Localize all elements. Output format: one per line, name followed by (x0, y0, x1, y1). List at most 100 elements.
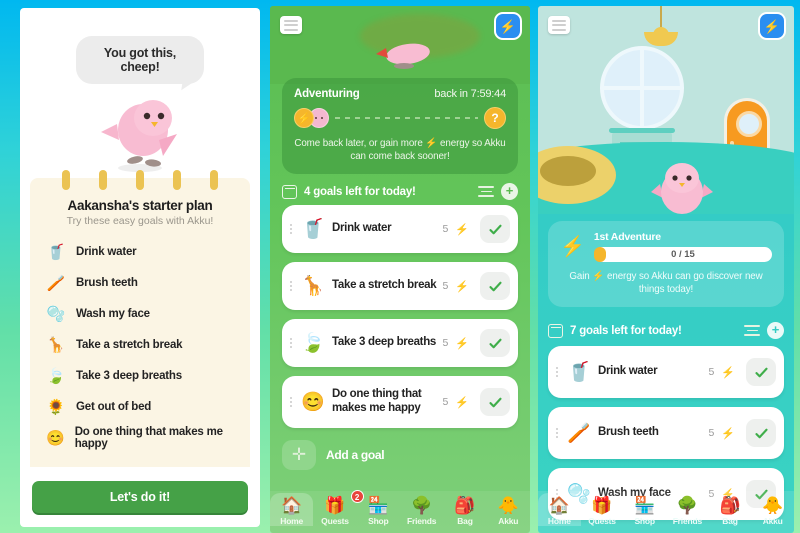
mascot-area (20, 84, 260, 172)
table-row[interactable]: 🥤 Drink water 5 ⚡ (548, 346, 784, 398)
nav-label: Quests (588, 516, 616, 526)
nav-label: Home (280, 516, 304, 526)
goal-check-button[interactable] (746, 358, 776, 386)
drag-handle[interactable] (288, 338, 294, 348)
drag-handle[interactable] (288, 224, 294, 234)
drag-handle[interactable] (288, 397, 294, 407)
adventuring-title: Adventuring (294, 88, 360, 100)
adventuring-progress-track: ⚡ ? (294, 107, 506, 129)
goal-check-button[interactable] (746, 419, 776, 447)
drag-handle[interactable] (554, 428, 560, 438)
drag-handle[interactable] (288, 281, 294, 291)
table-row[interactable]: 🍃 Take 3 deep breaths 5 ⚡ (282, 319, 518, 367)
adventure-progress-row: ⚡ 1st Adventure 0 / 15 (560, 231, 772, 262)
akku-mascot-icon (101, 100, 177, 172)
nav-label: Bag (457, 516, 473, 526)
bolt-icon: ⚡ (455, 337, 469, 350)
lets-do-it-button[interactable]: Let's do it! (32, 481, 248, 513)
list-item[interactable]: 😊 Do one thing that makes me happy (46, 423, 234, 453)
leaf-icon: 🍃 (301, 333, 325, 354)
goal-check-button[interactable] (480, 329, 510, 357)
menu-icon[interactable] (548, 16, 570, 34)
menu-icon[interactable] (280, 16, 302, 34)
screenshot-stage: You got this, cheep! Aakansha's starter … (0, 0, 800, 533)
progress-dashes (335, 117, 478, 119)
goal-check-button[interactable] (480, 388, 510, 416)
goal-points: 5 (442, 337, 449, 349)
adventure-note: Gain ⚡ energy so Akku can go discover ne… (569, 271, 763, 296)
nav-item-quests[interactable]: 🎁 2 Quests (313, 490, 364, 526)
drink-water-icon: 🥤 (301, 219, 325, 240)
scene-background (270, 6, 530, 84)
bottom-nav: 🏠 Home 🎁 2 Quests 🏪 Shop 🌳 Friends 🎒 Bag… (270, 490, 530, 533)
akku-icon: 🐥 (762, 496, 784, 515)
goal-label: Take a stretch break (332, 279, 437, 292)
goal-list: 🥤 Drink water 5 ⚡ 🦒 Take a stretch break… (282, 205, 518, 428)
table-row[interactable]: 🥤 Drink water 5 ⚡ (282, 205, 518, 253)
nav-item-friends[interactable]: 🌳 Friends (666, 493, 709, 527)
nav-item-akku[interactable]: 🐥 Akku (487, 493, 530, 527)
goal-points: 5 (442, 396, 449, 408)
filter-icon[interactable] (744, 324, 760, 338)
table-row[interactable]: 🪥 Brush teeth 5 ⚡ (548, 407, 784, 459)
starter-plan-screen: You got this, cheep! Aakansha's starter … (20, 8, 260, 527)
notebook-ring (99, 170, 108, 190)
nav-item-friends[interactable]: 🌳 Friends (400, 493, 443, 527)
nav-label: Quests (321, 516, 349, 526)
goal-check-button[interactable] (480, 272, 510, 300)
nav-item-akku[interactable]: 🐥 Akku (751, 493, 794, 527)
goals-count-label: 7 goals left for today! (570, 324, 682, 337)
nav-item-bag[interactable]: 🎒 Bag (709, 493, 752, 527)
nav-item-shop[interactable]: 🏪 Shop (357, 493, 400, 527)
panel-starter-plan: You got this, cheep! Aakansha's starter … (0, 0, 266, 533)
giraffe-icon: 🦒 (46, 336, 66, 354)
list-item[interactable]: 🦒 Take a stretch break (46, 330, 234, 360)
akku-flying-icon (376, 43, 430, 69)
akku-mascot-icon[interactable] (650, 154, 714, 214)
starter-plan-notebook: Aakansha's starter plan Try these easy g… (30, 170, 250, 467)
nav-item-home[interactable]: 🏠 Home (270, 493, 314, 526)
nav-item-bag[interactable]: 🎒 Bag (443, 493, 486, 527)
filter-icon[interactable] (478, 185, 494, 199)
goal-label: Take 3 deep breaths (332, 336, 437, 349)
help-button[interactable]: ? (484, 107, 506, 129)
nav-item-shop[interactable]: 🏪 Shop (623, 493, 666, 527)
bag-icon: 🎒 (454, 496, 476, 515)
list-item[interactable]: 🪥 Brush teeth (46, 268, 234, 298)
goals-header: 4 goals left for today! + (282, 183, 518, 200)
drag-handle[interactable] (554, 367, 560, 377)
table-row[interactable]: 😊 Do one thing that makes me happy 5 ⚡ (282, 376, 518, 428)
sunflower-icon: 🌻 (46, 398, 66, 416)
goal-check-button[interactable] (480, 215, 510, 243)
bolt-icon: ⚡ (560, 235, 585, 258)
list-item[interactable]: 🍃 Take 3 deep breaths (46, 361, 234, 391)
plus-circle-icon[interactable]: + (767, 322, 784, 339)
smile-icon: 😊 (46, 429, 65, 447)
notebook-ring (62, 170, 71, 190)
adventure-progress-bar: 0 / 15 (593, 247, 772, 262)
smile-icon: 😊 (301, 392, 325, 413)
room-scene (538, 6, 794, 214)
nav-item-quests[interactable]: 🎁 Quests (581, 493, 624, 527)
list-item[interactable]: 🥤 Drink water (46, 237, 234, 267)
energy-badge-button[interactable]: ⚡ (760, 11, 789, 38)
nav-label: Home (547, 516, 571, 526)
energy-badge-button[interactable]: ⚡ (496, 11, 525, 38)
list-item-label: Take a stretch break (76, 339, 183, 351)
hamburger-line (552, 24, 566, 26)
hamburger-line (552, 28, 566, 31)
goal-label: Brush teeth (598, 426, 659, 439)
notebook-rings (30, 170, 250, 190)
plan-title: Aakansha's starter plan (67, 198, 213, 213)
list-item[interactable]: 🫧 Wash my face (46, 299, 234, 329)
add-goal-button[interactable]: ✛ Add a goal (282, 435, 518, 475)
plus-circle-icon[interactable]: + (501, 183, 518, 200)
nav-label: Bag (722, 516, 738, 526)
adventure-title: 1st Adventure (593, 231, 661, 243)
goals-count-label: 4 goals left for today! (304, 185, 416, 198)
adventuring-card: Adventuring back in 7:59:44 ⚡ ? Come bac… (282, 78, 518, 175)
list-item[interactable]: 🌻 Get out of bed (46, 392, 234, 422)
bag-icon: 🎒 (719, 496, 741, 515)
table-row[interactable]: 🦒 Take a stretch break 5 ⚡ (282, 262, 518, 310)
nav-item-home[interactable]: 🏠 Home (538, 493, 581, 526)
